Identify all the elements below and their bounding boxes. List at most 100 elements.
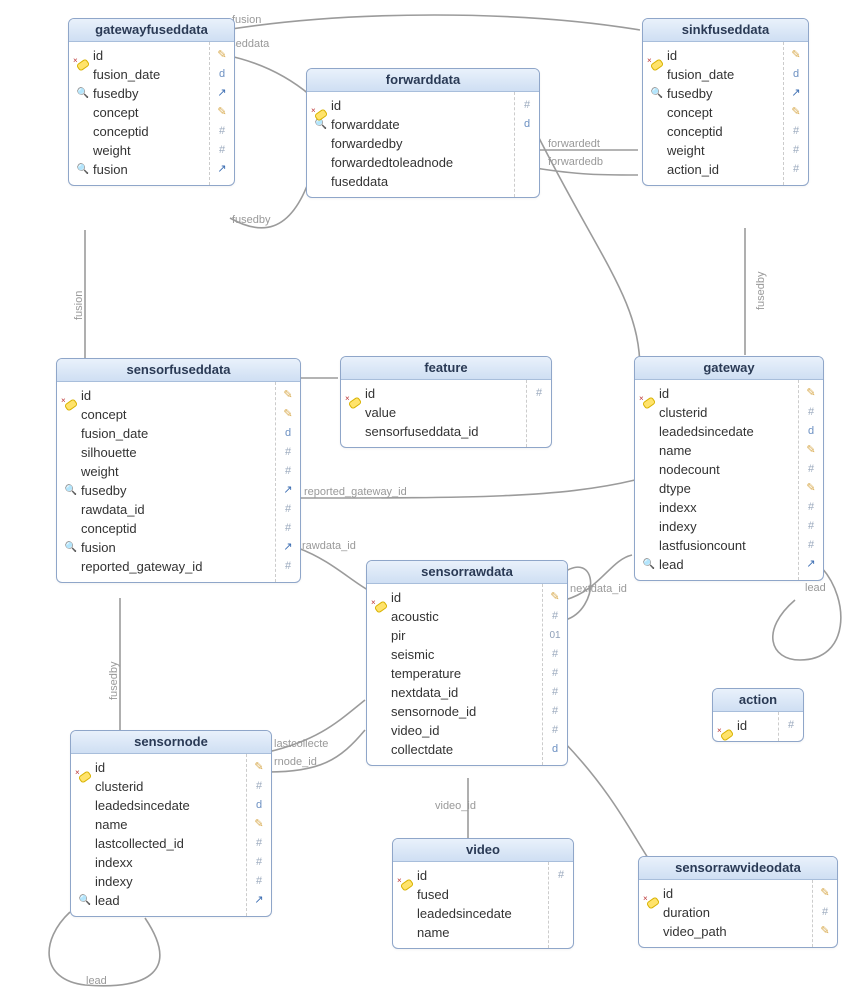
- column-row[interactable]: sensorfuseddata_id: [347, 422, 522, 441]
- column-name: indexx: [93, 853, 242, 872]
- entity-title[interactable]: sensorrawvideodata: [639, 857, 837, 880]
- column-types: ✎d↗✎###: [783, 42, 808, 185]
- column-row[interactable]: indexx: [77, 853, 242, 872]
- column-row[interactable]: conceptid: [63, 519, 271, 538]
- column-row[interactable]: temperature: [373, 664, 538, 683]
- column-type: #: [545, 683, 565, 702]
- column-row[interactable]: dtype: [641, 479, 794, 498]
- entity-title[interactable]: forwarddata: [307, 69, 539, 92]
- column-row[interactable]: fusion_date: [649, 65, 779, 84]
- column-row[interactable]: duration: [645, 903, 808, 922]
- column-row[interactable]: fusion_date: [75, 65, 205, 84]
- entity-title[interactable]: gatewayfuseddata: [69, 19, 234, 42]
- column-name: forwarddate: [329, 115, 510, 134]
- column-row[interactable]: fused: [399, 885, 544, 904]
- column-row[interactable]: id: [63, 386, 271, 405]
- column-row[interactable]: id: [313, 96, 510, 115]
- column-row[interactable]: name: [399, 923, 544, 942]
- column-row[interactable]: id: [641, 384, 794, 403]
- entity-title[interactable]: action: [713, 689, 803, 712]
- entity-sinkfuseddata[interactable]: sinkfuseddataidfusion_datefusedbyconcept…: [642, 18, 809, 186]
- column-row[interactable]: fusion_date: [63, 424, 271, 443]
- column-row[interactable]: id: [75, 46, 205, 65]
- entity-title[interactable]: sensornode: [71, 731, 271, 754]
- column-row[interactable]: reported_gateway_id: [63, 557, 271, 576]
- column-row[interactable]: leadedsincedate: [641, 422, 794, 441]
- column-row[interactable]: lastcollected_id: [77, 834, 242, 853]
- entity-title[interactable]: sensorfuseddata: [57, 359, 300, 382]
- column-row[interactable]: clusterid: [77, 777, 242, 796]
- column-row[interactable]: id: [347, 384, 522, 403]
- column-row[interactable]: video_path: [645, 922, 808, 941]
- column-row[interactable]: rawdata_id: [63, 500, 271, 519]
- column-row[interactable]: indexy: [641, 517, 794, 536]
- column-row[interactable]: fuseddata: [313, 172, 510, 191]
- column-row[interactable]: indexy: [77, 872, 242, 891]
- entity-feature[interactable]: featureidvaluesensorfuseddata_id#: [340, 356, 552, 448]
- column-row[interactable]: fusedby: [63, 481, 271, 500]
- column-row[interactable]: id: [719, 716, 774, 735]
- column-row[interactable]: concept: [649, 103, 779, 122]
- column-row[interactable]: fusion: [63, 538, 271, 557]
- column-row[interactable]: id: [399, 866, 544, 885]
- column-row[interactable]: action_id: [649, 160, 779, 179]
- column-row[interactable]: silhouette: [63, 443, 271, 462]
- entity-video[interactable]: videoidfusedleadedsincedatename#: [392, 838, 574, 949]
- entity-sensornode[interactable]: sensornode idclusteridleadedsincedatename…: [70, 730, 272, 917]
- entity-title[interactable]: feature: [341, 357, 551, 380]
- entity-sensorrawvideodata[interactable]: sensorrawvideodataiddurationvideo_path✎#…: [638, 856, 838, 948]
- entity-action[interactable]: actionid#: [712, 688, 804, 742]
- column-type: ↗: [278, 481, 298, 500]
- column-name: lastfusioncount: [657, 536, 794, 555]
- columns-list: idconceptfusion_datesilhouetteweightfuse…: [57, 382, 275, 582]
- column-name: value: [363, 403, 522, 422]
- entity-title[interactable]: video: [393, 839, 573, 862]
- column-row[interactable]: video_id: [373, 721, 538, 740]
- column-row[interactable]: nodecount: [641, 460, 794, 479]
- column-row[interactable]: conceptid: [649, 122, 779, 141]
- column-row[interactable]: id: [77, 758, 242, 777]
- column-row[interactable]: fusedby: [649, 84, 779, 103]
- column-row[interactable]: nextdata_id: [373, 683, 538, 702]
- column-row[interactable]: conceptid: [75, 122, 205, 141]
- column-row[interactable]: lead: [77, 891, 242, 910]
- entity-sensorfuseddata[interactable]: sensorfuseddataidconceptfusion_datesilho…: [56, 358, 301, 583]
- column-row[interactable]: leadedsincedate: [399, 904, 544, 923]
- column-row[interactable]: acoustic: [373, 607, 538, 626]
- column-row[interactable]: weight: [649, 141, 779, 160]
- column-row[interactable]: collectdate: [373, 740, 538, 759]
- column-row[interactable]: weight: [75, 141, 205, 160]
- rel-label: forwardedt: [548, 138, 600, 150]
- column-row[interactable]: sensornode_id: [373, 702, 538, 721]
- column-row[interactable]: forwardedtoleadnode: [313, 153, 510, 172]
- column-row[interactable]: forwarddate: [313, 115, 510, 134]
- column-row[interactable]: clusterid: [641, 403, 794, 422]
- column-row[interactable]: value: [347, 403, 522, 422]
- column-row[interactable]: lastfusioncount: [641, 536, 794, 555]
- entity-title[interactable]: sensorrawdata: [367, 561, 567, 584]
- column-row[interactable]: forwardedby: [313, 134, 510, 153]
- column-name: seismic: [389, 645, 538, 664]
- column-row[interactable]: weight: [63, 462, 271, 481]
- column-row[interactable]: indexx: [641, 498, 794, 517]
- entity-gatewayfuseddata[interactable]: gatewayfuseddataidfusion_datefusedbyconc…: [68, 18, 235, 186]
- column-row[interactable]: lead: [641, 555, 794, 574]
- column-row[interactable]: leadedsincedate: [77, 796, 242, 815]
- column-row[interactable]: fusion: [75, 160, 205, 179]
- entity-title[interactable]: gateway: [635, 357, 823, 380]
- column-row[interactable]: name: [641, 441, 794, 460]
- column-row[interactable]: seismic: [373, 645, 538, 664]
- column-type: ✎: [815, 884, 835, 903]
- column-row[interactable]: fusedby: [75, 84, 205, 103]
- column-row[interactable]: pir: [373, 626, 538, 645]
- entity-title[interactable]: sinkfuseddata: [643, 19, 808, 42]
- column-row[interactable]: name: [77, 815, 242, 834]
- entity-sensorrawdata[interactable]: sensorrawdata idacousticpirseismictempera…: [366, 560, 568, 766]
- column-row[interactable]: id: [649, 46, 779, 65]
- entity-gateway[interactable]: gateway idclusteridleadedsincedatenamenod…: [634, 356, 824, 581]
- column-row[interactable]: id: [645, 884, 808, 903]
- column-row[interactable]: concept: [63, 405, 271, 424]
- column-row[interactable]: id: [373, 588, 538, 607]
- column-row[interactable]: concept: [75, 103, 205, 122]
- entity-forwarddata[interactable]: forwarddata idforwarddateforwardedbyforwa…: [306, 68, 540, 198]
